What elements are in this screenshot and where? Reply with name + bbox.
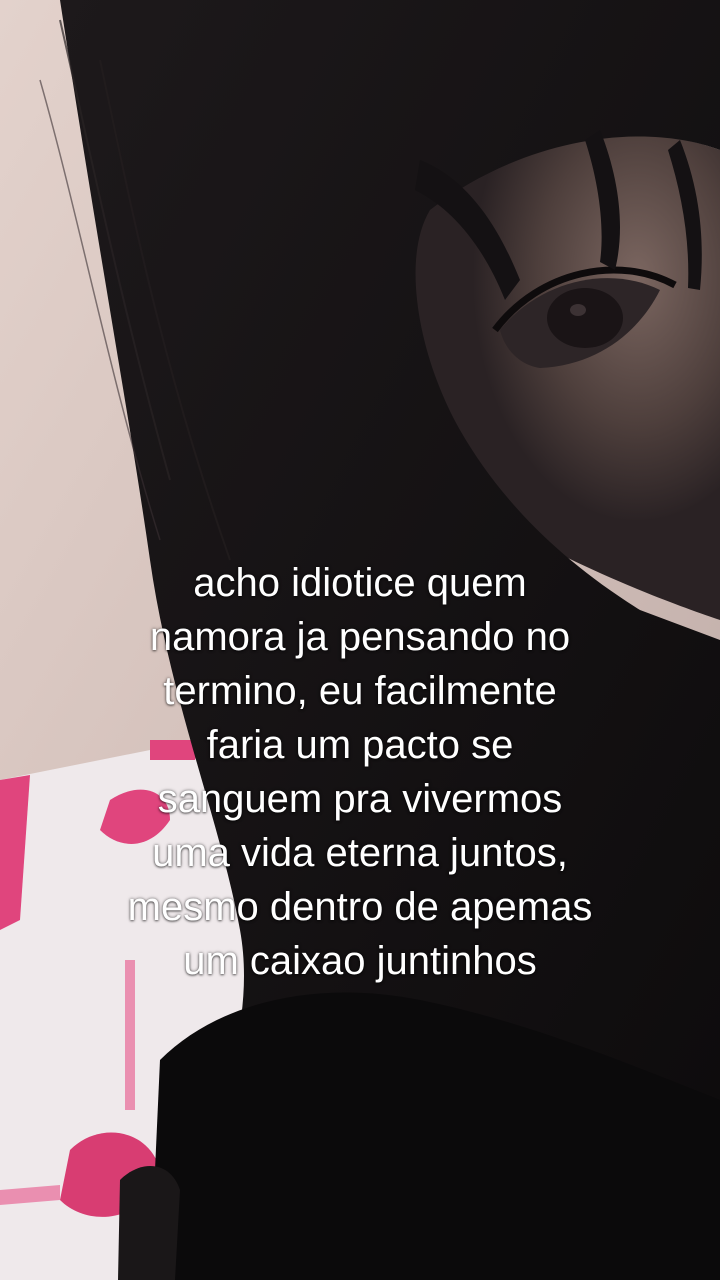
caption-line: acho idiotice quem bbox=[193, 561, 527, 605]
caption-line: mesmo dentro de apemas bbox=[127, 885, 593, 929]
caption-line: termino, eu facilmente bbox=[163, 669, 557, 713]
caption-line: namora ja pensando no bbox=[149, 615, 571, 659]
caption-text: acho idiotice quem namora ja pensando no… bbox=[60, 556, 660, 988]
caption-line: sanguem pra vivermos bbox=[157, 777, 563, 821]
photo-background: acho idiotice quem namora ja pensando no… bbox=[0, 0, 720, 1280]
caption-line: uma vida eterna juntos, bbox=[152, 831, 568, 875]
caption-line: faria um pacto se bbox=[206, 723, 514, 767]
caption-line: um caixao juntinhos bbox=[183, 939, 537, 983]
